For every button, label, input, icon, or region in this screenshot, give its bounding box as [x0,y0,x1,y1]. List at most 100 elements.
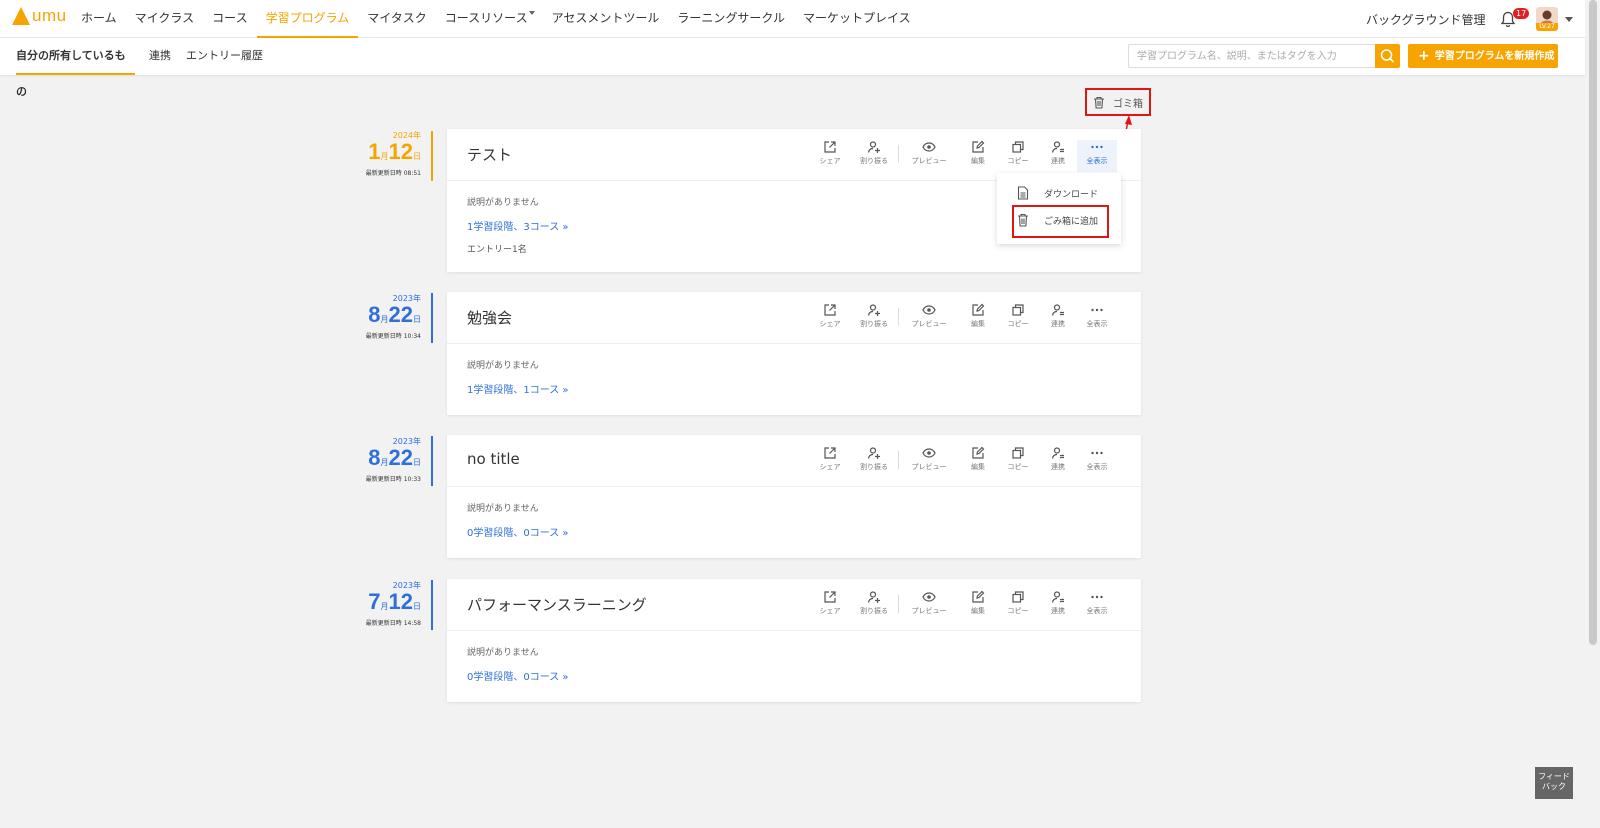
card-body: 説明がありません 0学習段階、0コース » [447,631,1141,683]
caret-down-icon [528,11,535,15]
edit-button[interactable]: 編集 [958,590,998,622]
more-button[interactable]: 全表示 [1077,303,1117,335]
program-summary-link[interactable]: 1学習段階、1コース » [467,381,1121,396]
program-card: パフォーマンスラーニング シェア 割り振る プレビュー 編集 コピー 連携 全表… [447,579,1141,702]
dropdown-download[interactable]: ダウンロード [997,181,1121,205]
copy-button[interactable]: コピー [998,590,1038,622]
umu-logo[interactable]: umu [12,7,67,25]
assign-button[interactable]: 割り振る [854,303,894,335]
nav-item-marketplace[interactable]: マーケットプレイス [794,0,920,38]
collaborate-button[interactable]: 連携 [1038,590,1078,622]
date-updated: 最新更新日時 10:34 [365,333,421,340]
program-title[interactable]: 勉強会 [467,307,512,328]
preview-button[interactable]: プレビュー [907,303,951,335]
document-icon [1017,186,1029,200]
avatar-caret-icon[interactable] [1565,17,1573,22]
create-program-button[interactable]: + 学習プログラムを新規作成 [1408,44,1558,68]
avatar-level-badge: LV.27 [1536,23,1558,31]
nav-item-my-task[interactable]: マイタスク [358,0,436,38]
search-icon [1380,49,1395,63]
card-body: 説明がありません 1学習段階、1コース » [447,344,1141,396]
ellipsis-icon [1091,308,1103,312]
nav-item-course-resources[interactable]: コースリソース [436,0,543,38]
assign-button[interactable]: 割り振る [854,446,894,478]
program-title[interactable]: no title [467,450,520,468]
copy-button[interactable]: コピー [998,303,1038,335]
link-user-icon [1051,141,1064,153]
edit-icon [972,446,985,459]
nav-item-home[interactable]: ホーム [72,0,126,38]
divider [898,145,899,163]
date-bar [431,293,433,343]
program-date: 2023年 8月22日 最新更新日時 10:33 [361,436,421,483]
date-bar [431,436,433,486]
date-month: 1 [368,139,381,164]
more-button[interactable]: 全表示 [1077,140,1117,172]
create-program-label: 学習プログラムを新規作成 [1434,51,1555,62]
program-summary-link[interactable]: 0学習段階、0コース » [467,668,1121,683]
program-card: 勉強会 シェア 割り振る プレビュー 編集 コピー 連携 全表示 説明がありませ… [447,292,1141,415]
date-updated: 最新更新日時 10:33 [365,476,421,483]
trash-label: ゴミ箱 [1113,98,1143,110]
assign-button[interactable]: 割り振る [854,590,894,622]
edit-button[interactable]: 編集 [958,140,998,172]
share-label: シェア [819,463,841,471]
divider [898,595,899,613]
share-button[interactable]: シェア [810,446,850,478]
copy-button[interactable]: コピー [998,446,1038,478]
nav-item-assessment[interactable]: アセスメントツール [543,0,669,38]
eye-icon [922,448,936,458]
date-day: 12 [388,589,413,614]
collaborate-button[interactable]: 連携 [1038,140,1078,172]
preview-button[interactable]: プレビュー [907,590,951,622]
edit-button[interactable]: 編集 [958,446,998,478]
more-label: 全表示 [1086,320,1108,328]
copy-icon [1012,304,1024,316]
more-label: 全表示 [1086,157,1108,165]
assign-user-icon [867,447,880,459]
date-month-day: 8月22日 [361,304,421,331]
program-title[interactable]: テスト [467,144,512,165]
sub-navbar: 自分の所有しているもの 連携 エントリー履歴 + 学習プログラムを新規作成 [0,38,1585,98]
dropdown-download-label: ダウンロード [1044,190,1099,200]
nav-item-learning-circle[interactable]: ラーニングサークル [668,0,794,38]
share-icon [824,304,836,316]
date-day-unit: 日 [413,602,421,611]
preview-button[interactable]: プレビュー [907,140,951,172]
copy-button[interactable]: コピー [998,140,1038,172]
preview-button[interactable]: プレビュー [907,446,951,478]
background-admin-link[interactable]: バックグラウンド管理 [1366,11,1486,28]
share-button[interactable]: シェア [810,140,850,172]
search-button[interactable] [1375,44,1400,68]
date-updated: 最新更新日時 14:58 [365,620,421,627]
share-button[interactable]: シェア [810,590,850,622]
collaborate-button[interactable]: 連携 [1038,446,1078,478]
scrollbar[interactable] [1589,0,1597,645]
edit-button[interactable]: 編集 [958,303,998,335]
nav-item-course[interactable]: コース [203,0,256,38]
search-input[interactable] [1128,44,1376,68]
program-date: 2023年 8月22日 最新更新日時 10:34 [361,293,421,340]
program-summary-link[interactable]: 0学習段階、0コース » [467,524,1121,539]
date-month-unit: 月 [380,458,389,467]
more-button[interactable]: 全表示 [1077,590,1117,622]
share-icon [824,447,836,459]
collaborate-button[interactable]: 連携 [1038,303,1078,335]
ellipsis-icon [1091,595,1103,599]
tab-owned[interactable]: 自分の所有しているもの [16,38,135,98]
program-title[interactable]: パフォーマンスラーニング [467,594,647,615]
assign-button[interactable]: 割り振る [854,140,894,172]
nav-item-learning-program[interactable]: 学習プログラム [256,0,359,38]
avatar[interactable]: LV.27 [1536,7,1558,31]
logo-mark-icon [12,7,30,25]
more-button[interactable]: 全表示 [1077,446,1117,478]
trash-link[interactable]: ゴミ箱 [1085,88,1151,116]
feedback-button[interactable]: フィードバック [1535,767,1573,799]
tab-entry-history[interactable]: エントリー履歴 [186,38,263,75]
tab-collaboration[interactable]: 連携 [149,38,171,75]
assign-user-icon [867,591,880,603]
nav-item-my-class[interactable]: マイクラス [126,0,204,38]
share-button[interactable]: シェア [810,303,850,335]
date-month-unit: 月 [380,152,389,161]
copy-label: コピー [1007,320,1029,328]
